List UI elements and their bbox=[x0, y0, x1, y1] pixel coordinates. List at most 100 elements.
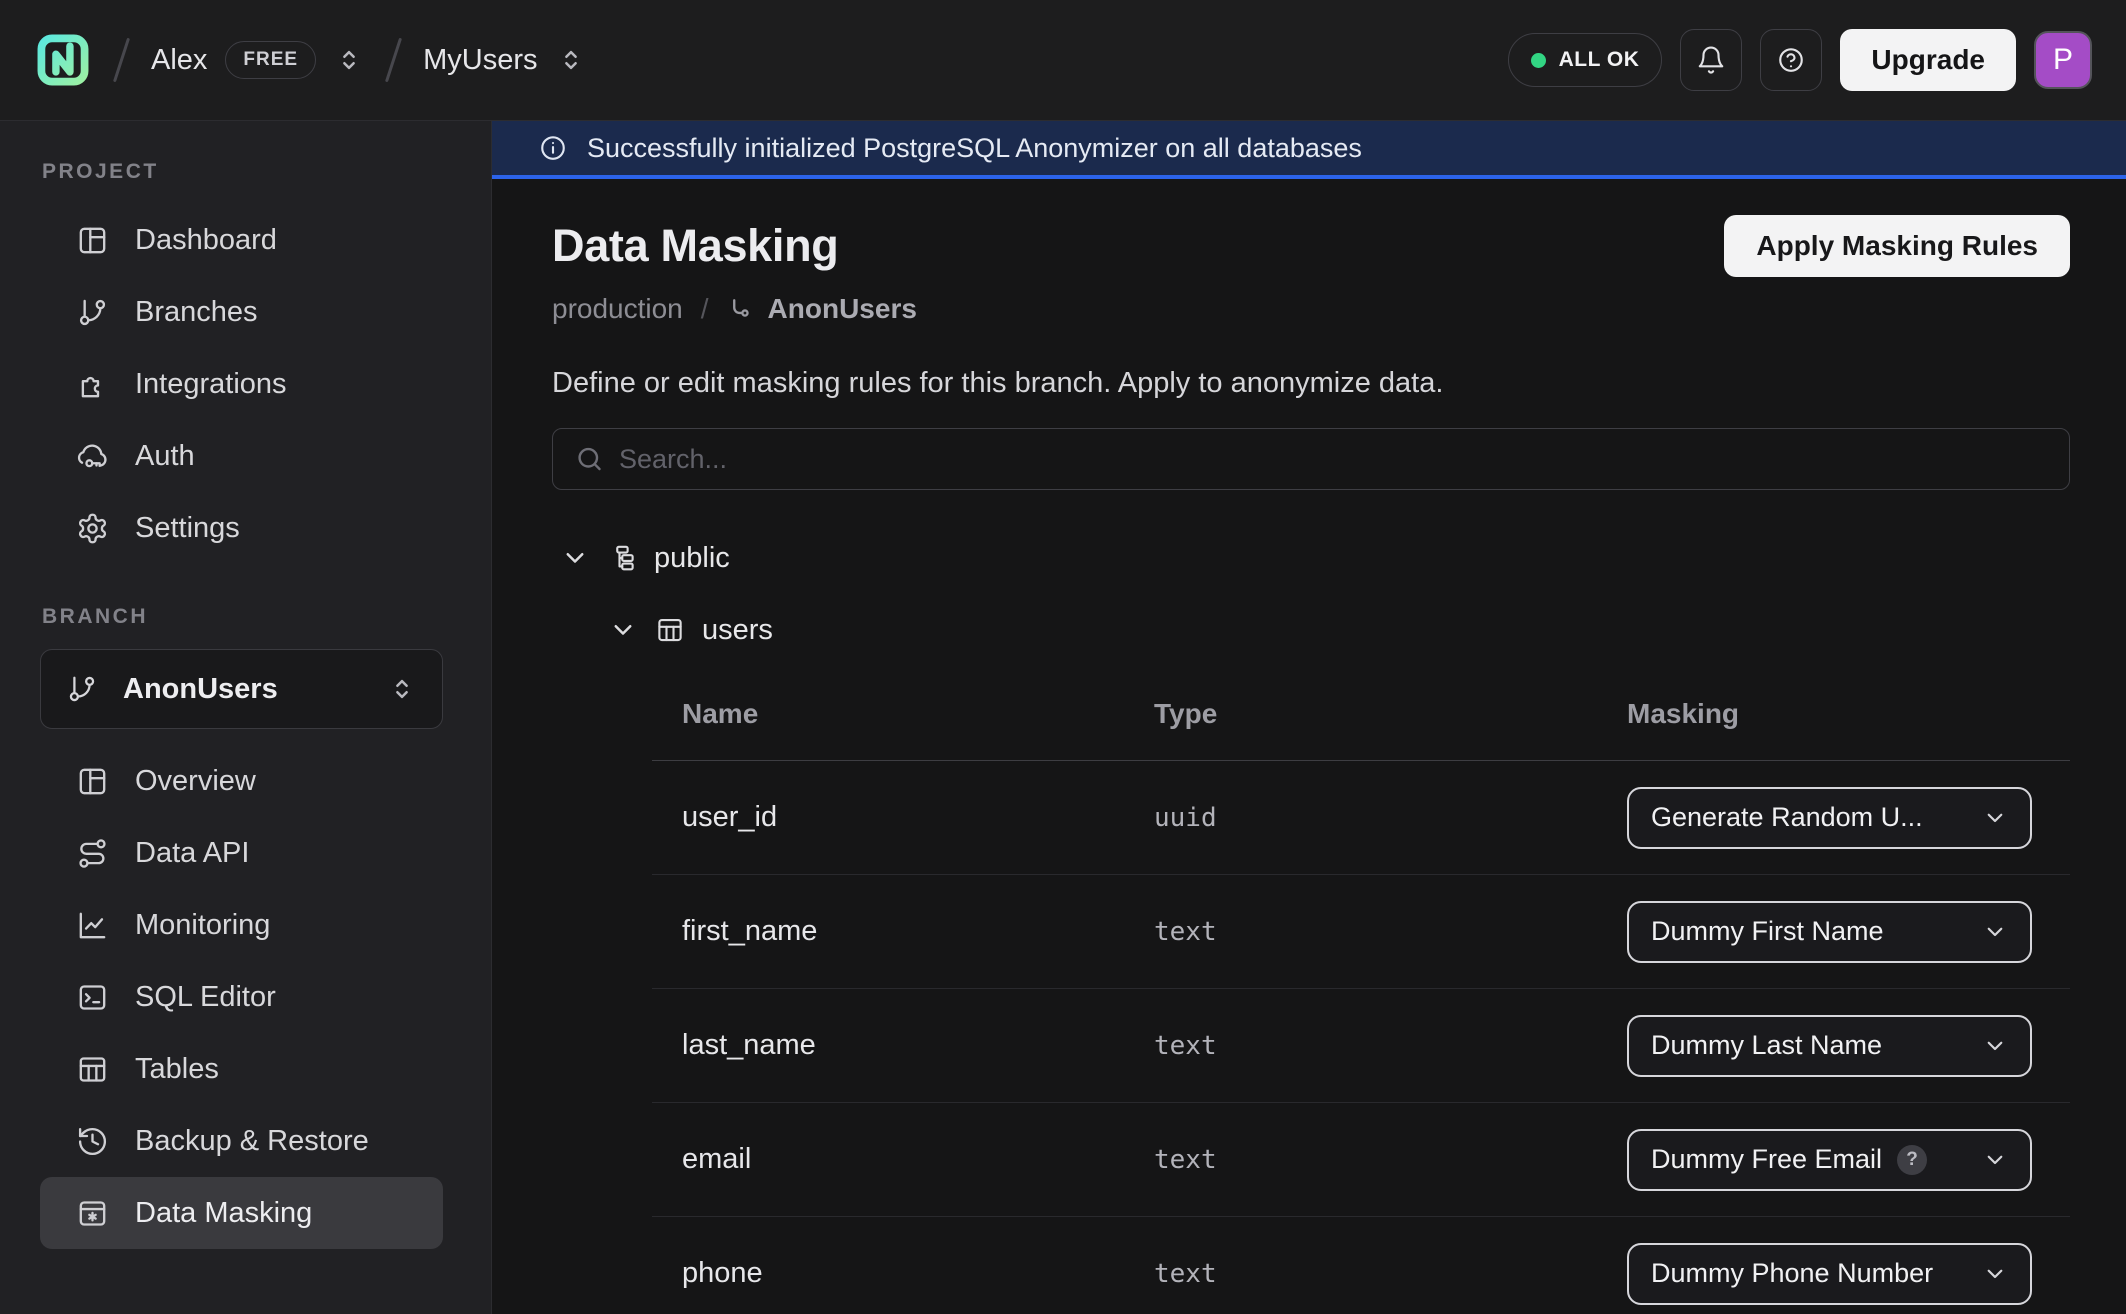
column-name-value: first_name bbox=[652, 915, 1124, 948]
sidebar-item-sql-editor[interactable]: SQL Editor bbox=[40, 961, 443, 1033]
user-avatar[interactable]: P bbox=[2034, 31, 2092, 89]
chevrons-up-down-icon bbox=[556, 45, 586, 75]
table-name: users bbox=[702, 614, 773, 647]
sidebar-item-label: Branches bbox=[135, 296, 258, 329]
column-masking-cell: Dummy First Name bbox=[1597, 901, 2070, 963]
search-input[interactable] bbox=[553, 429, 2069, 489]
masking-rule-select[interactable]: Dummy Free Email ? bbox=[1627, 1129, 2032, 1191]
sidebar-item-label: SQL Editor bbox=[135, 981, 276, 1014]
sidebar-item-tables[interactable]: Tables bbox=[40, 1033, 443, 1105]
notifications-button[interactable] bbox=[1680, 29, 1742, 91]
project-name: MyUsers bbox=[423, 44, 537, 77]
sidebar-item-label: Backup & Restore bbox=[135, 1125, 369, 1158]
chevrons-up-down-icon bbox=[387, 674, 417, 704]
tables-icon bbox=[76, 1053, 109, 1086]
masking-rule-select[interactable]: Dummy Last Name bbox=[1627, 1015, 2032, 1077]
column-type-value: text bbox=[1124, 917, 1597, 947]
columns-table: NameTypeMasking user_id uuid Generate Ra… bbox=[652, 678, 2070, 1314]
branch-selector[interactable]: AnonUsers bbox=[40, 649, 443, 729]
project-switcher[interactable]: MyUsers bbox=[423, 44, 585, 77]
chevron-down-icon bbox=[1982, 805, 2008, 831]
header-actions: ALL OK Upgrade P bbox=[1508, 29, 2092, 91]
shell: PROJECT Dashboard Branches Integrations … bbox=[0, 121, 2126, 1314]
sidebar-item-data-masking[interactable]: Data Masking bbox=[40, 1177, 443, 1249]
sql-editor-icon bbox=[76, 981, 109, 1014]
backup-restore-icon bbox=[76, 1125, 109, 1158]
column-name-value: last_name bbox=[652, 1029, 1124, 1062]
org-name: Alex bbox=[151, 44, 207, 77]
sidebar-item-dashboard[interactable]: Dashboard bbox=[40, 204, 443, 276]
app-root: Alex FREE MyUsers ALL OK Upgrade P P bbox=[0, 0, 2126, 1314]
column-name-value: email bbox=[652, 1143, 1124, 1176]
sidebar-item-label: Dashboard bbox=[135, 224, 277, 257]
integrations-icon bbox=[76, 368, 109, 401]
main-content: Successfully initialized PostgreSQL Anon… bbox=[492, 121, 2126, 1314]
masking-rule-select[interactable]: Dummy Phone Number bbox=[1627, 1243, 2032, 1305]
column-type-value: text bbox=[1124, 1031, 1597, 1061]
sidebar-item-label: Tables bbox=[135, 1053, 219, 1086]
sidebar-item-label: Settings bbox=[135, 512, 240, 545]
sidebar-item-branches[interactable]: Branches bbox=[40, 276, 443, 348]
chevron-down-icon[interactable] bbox=[560, 543, 590, 573]
plan-badge: FREE bbox=[225, 41, 316, 79]
sidebar-item-overview[interactable]: Overview bbox=[40, 745, 443, 817]
column-masking-cell: Dummy Phone Number bbox=[1597, 1243, 2070, 1305]
column-type-value: text bbox=[1124, 1259, 1597, 1289]
sidebar-item-integrations[interactable]: Integrations bbox=[40, 348, 443, 420]
table-body: user_id uuid Generate Random U... first_… bbox=[652, 761, 2070, 1314]
sidebar-item-label: Data Masking bbox=[135, 1197, 312, 1230]
sidebar-item-label: Overview bbox=[135, 765, 256, 798]
org-switcher[interactable]: Alex FREE bbox=[151, 41, 364, 79]
dashboard-icon bbox=[76, 765, 109, 798]
schema-name: public bbox=[654, 542, 730, 575]
chevron-down-icon[interactable] bbox=[608, 615, 638, 645]
sidebar-item-data-api[interactable]: Data API bbox=[40, 817, 443, 889]
tree-node-table[interactable]: users bbox=[552, 608, 2070, 652]
table-row: user_id uuid Generate Random U... bbox=[652, 761, 2070, 875]
neon-logo bbox=[34, 31, 92, 89]
sidebar-item-label: Auth bbox=[135, 440, 195, 473]
column-name-value: user_id bbox=[652, 801, 1124, 834]
masking-rule-select[interactable]: Dummy First Name bbox=[1627, 901, 2032, 963]
column-name-value: phone bbox=[652, 1257, 1124, 1290]
help-button[interactable] bbox=[1760, 29, 1822, 91]
table-row: phone text Dummy Phone Number bbox=[652, 1217, 2070, 1314]
table-row: last_name text Dummy Last Name bbox=[652, 989, 2070, 1103]
dashboard-icon bbox=[76, 224, 109, 257]
header-slash-divider bbox=[385, 38, 402, 83]
data-masking-icon bbox=[76, 1197, 109, 1230]
column-masking-cell: Generate Random U... bbox=[1597, 787, 2070, 849]
chevron-down-icon bbox=[1982, 1261, 2008, 1287]
breadcrumb-branch[interactable]: AnonUsers bbox=[768, 293, 917, 325]
bell-icon bbox=[1696, 45, 1726, 75]
page-description: Define or edit masking rules for this br… bbox=[552, 367, 2070, 399]
page-content: Data Masking Apply Masking Rules product… bbox=[492, 179, 2126, 1314]
chevron-down-icon bbox=[1982, 919, 2008, 945]
sidebar-item-label: Data API bbox=[135, 837, 249, 870]
tree-node-schema[interactable]: public bbox=[552, 536, 2070, 580]
sidebar-item-backup-restore[interactable]: Backup & Restore bbox=[40, 1105, 443, 1177]
child-branch-icon bbox=[727, 295, 755, 323]
masking-rule-select[interactable]: Generate Random U... bbox=[1627, 787, 2032, 849]
table-row: first_name text Dummy First Name bbox=[652, 875, 2070, 989]
schema-icon bbox=[607, 543, 637, 573]
status-dot bbox=[1531, 53, 1546, 68]
sidebar-item-auth[interactable]: Auth bbox=[40, 420, 443, 492]
apply-masking-rules-button[interactable]: Apply Masking Rules bbox=[1724, 215, 2070, 277]
help-badge[interactable]: ? bbox=[1897, 1145, 1927, 1175]
column-masking-cell: Dummy Free Email ? bbox=[1597, 1129, 2070, 1191]
sidebar-item-monitoring[interactable]: Monitoring bbox=[40, 889, 443, 961]
upgrade-button[interactable]: Upgrade bbox=[1840, 29, 2016, 91]
top-header: Alex FREE MyUsers ALL OK Upgrade P bbox=[0, 0, 2126, 121]
branch-selector-name: AnonUsers bbox=[123, 673, 278, 706]
success-banner: Successfully initialized PostgreSQL Anon… bbox=[492, 121, 2126, 179]
column-masking-cell: Dummy Last Name bbox=[1597, 1015, 2070, 1077]
search-icon bbox=[575, 445, 604, 474]
table-header-row: NameTypeMasking bbox=[652, 678, 2070, 761]
breadcrumb-env[interactable]: production bbox=[552, 293, 683, 325]
table-row: email text Dummy Free Email ? bbox=[652, 1103, 2070, 1217]
status-pill[interactable]: ALL OK bbox=[1508, 33, 1663, 87]
sidebar-item-settings[interactable]: Settings bbox=[40, 492, 443, 564]
breadcrumb: production / AnonUsers bbox=[552, 293, 2070, 325]
search-box bbox=[552, 428, 2070, 490]
